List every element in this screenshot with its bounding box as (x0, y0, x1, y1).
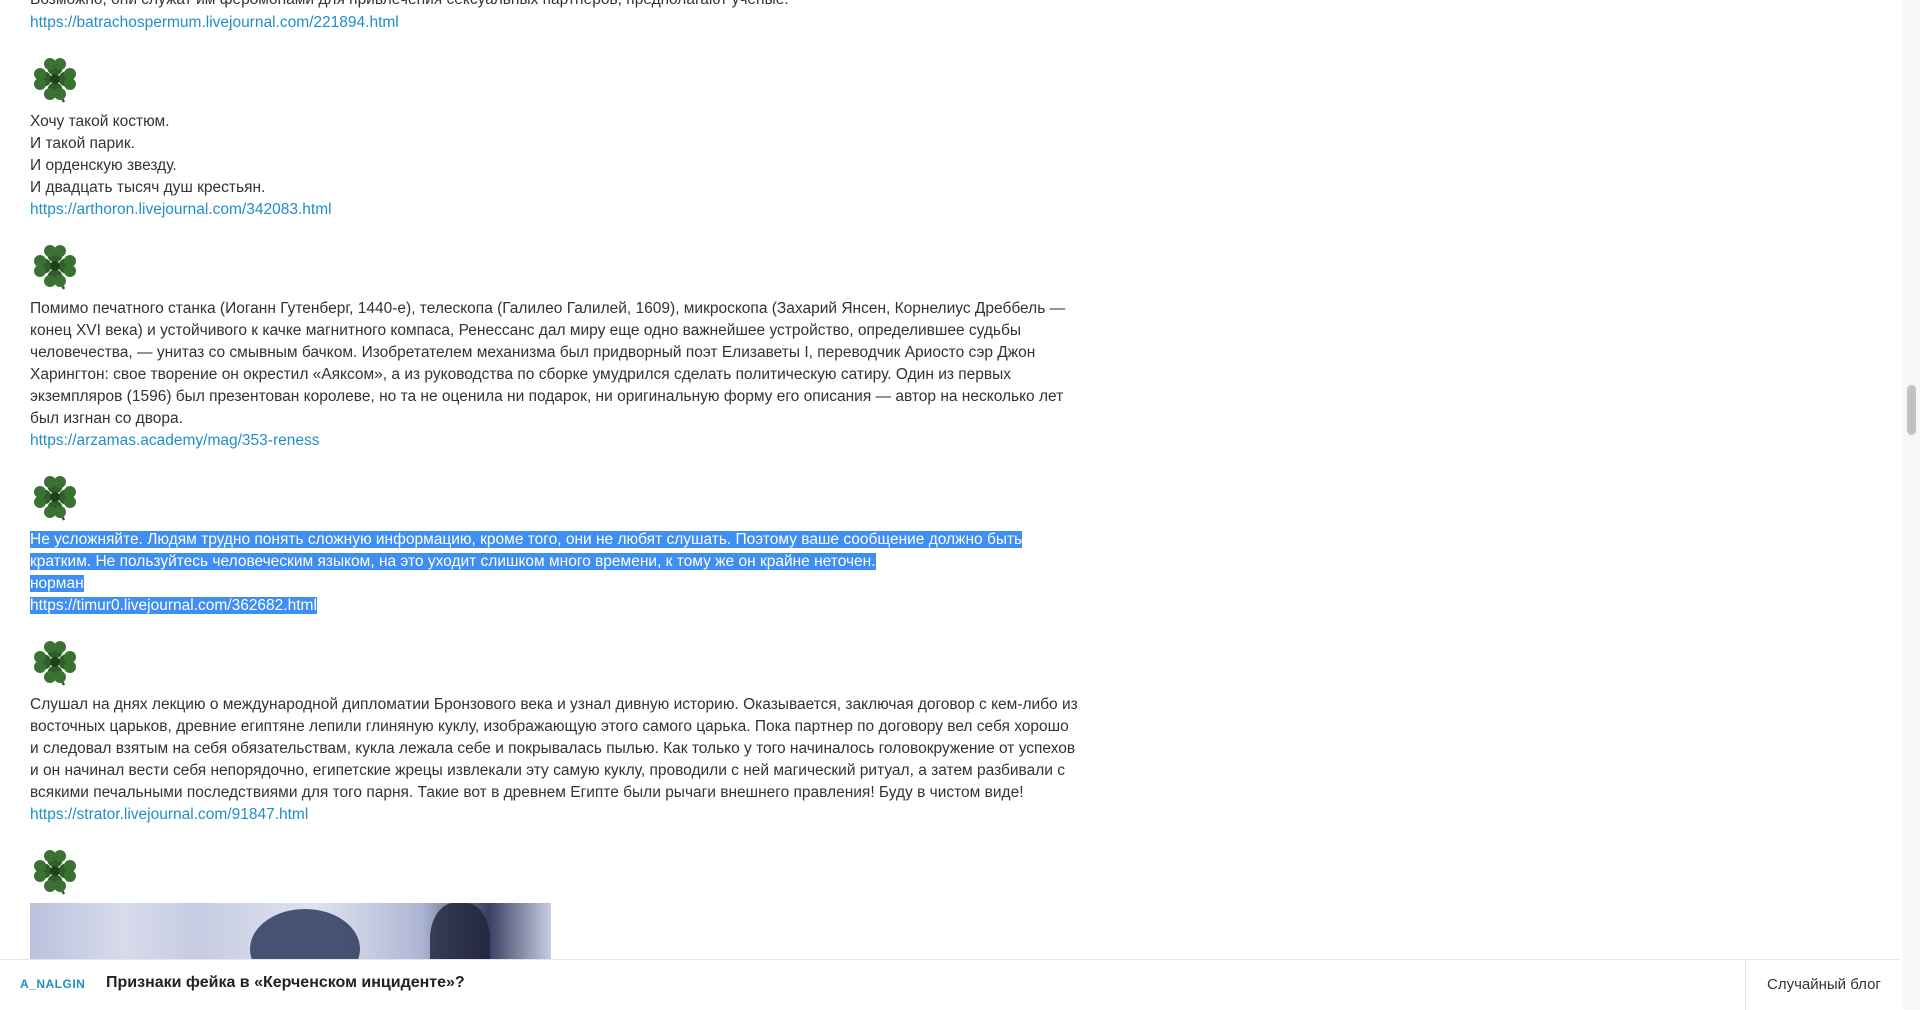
image-shape (250, 909, 360, 959)
post-text-line: конец XVI века) и устойчивого к качке ма… (30, 322, 1022, 339)
selected-text: кратким. Не пользуйтесь человеческим язы… (30, 553, 876, 570)
selected-text: норман (30, 575, 84, 592)
post-text-line: экземпляров (1596) был презентован корол… (30, 388, 1064, 405)
clover-icon (32, 474, 78, 522)
image-shape (430, 903, 490, 959)
post-link[interactable]: https://arzamas.academy/mag/353-reness (30, 430, 319, 452)
post-text-line: всякими печальными последствиями для тог… (30, 784, 1024, 801)
selected-text-line: кратким. Не пользуйтесь человеческим язы… (30, 551, 876, 573)
divider (1745, 960, 1746, 1010)
scrollbar-thumb[interactable] (1907, 385, 1916, 435)
selected-text-line: Не усложняйте. Людям трудно понять сложн… (30, 529, 1023, 551)
post-text-line: и следовал взятым на себя обязательствам… (30, 740, 1076, 757)
post-text-line: Хочу такой костюм. (30, 113, 170, 130)
post-title-link[interactable]: Признаки фейка в «Керченском инциденте»? (106, 974, 465, 992)
clover-icon (32, 848, 78, 896)
post-link[interactable]: https://strator.livejournal.com/91847.ht… (30, 804, 308, 826)
selected-text: Не усложняйте. Людям трудно понять сложн… (30, 531, 1023, 548)
selected-link-line: https://timur0.livejournal.com/362682.ht… (30, 595, 317, 617)
bottom-bar: A_NALGIN Признаки фейка в «Керченском ин… (0, 959, 1900, 1010)
post-text-line: человечества, — унитаз со смывным бачком… (30, 344, 1036, 361)
scrollbar[interactable] (1903, 0, 1920, 1009)
post-text-line: И двадцать тысяч душ крестьян. (30, 179, 266, 196)
post-image (30, 903, 551, 959)
post-link[interactable]: https://batrachospermum.livejournal.com/… (30, 12, 399, 34)
post-text-line: Слушал на днях лекцию о международной ди… (30, 696, 1078, 713)
blog-post-body: Возможно, они служат им феромонами для п… (30, 0, 1140, 959)
post-text-line: И орденскую звезду. (30, 157, 177, 174)
post-link[interactable]: https://arthoron.livejournal.com/342083.… (30, 199, 332, 221)
author-link[interactable]: A_NALGIN (20, 977, 85, 991)
post-link[interactable]: https://timur0.livejournal.com/362682.ht… (30, 597, 317, 614)
post-text-line: Помимо печатного станка (Иоганн Гутенбер… (30, 300, 1066, 317)
clover-icon (32, 639, 78, 687)
post-text-line: и он начинал вести себя непорядочно, еги… (30, 762, 1065, 779)
selected-text-line: норман (30, 573, 84, 595)
post-text-line: восточных царьков, древние египтяне лепи… (30, 718, 1069, 735)
clover-icon (32, 243, 78, 291)
post-text-line: И такой парик. (30, 135, 135, 152)
post-text-line: Харингтон: свое творение он окрестил «Ая… (30, 366, 1012, 383)
post-text-line: Возможно, они служат им феромонами для п… (30, 0, 789, 11)
random-blog-button[interactable]: Случайный блог (1767, 976, 1881, 993)
clover-icon (32, 56, 78, 104)
post-text-line: был изгнан со двора. (30, 410, 183, 427)
